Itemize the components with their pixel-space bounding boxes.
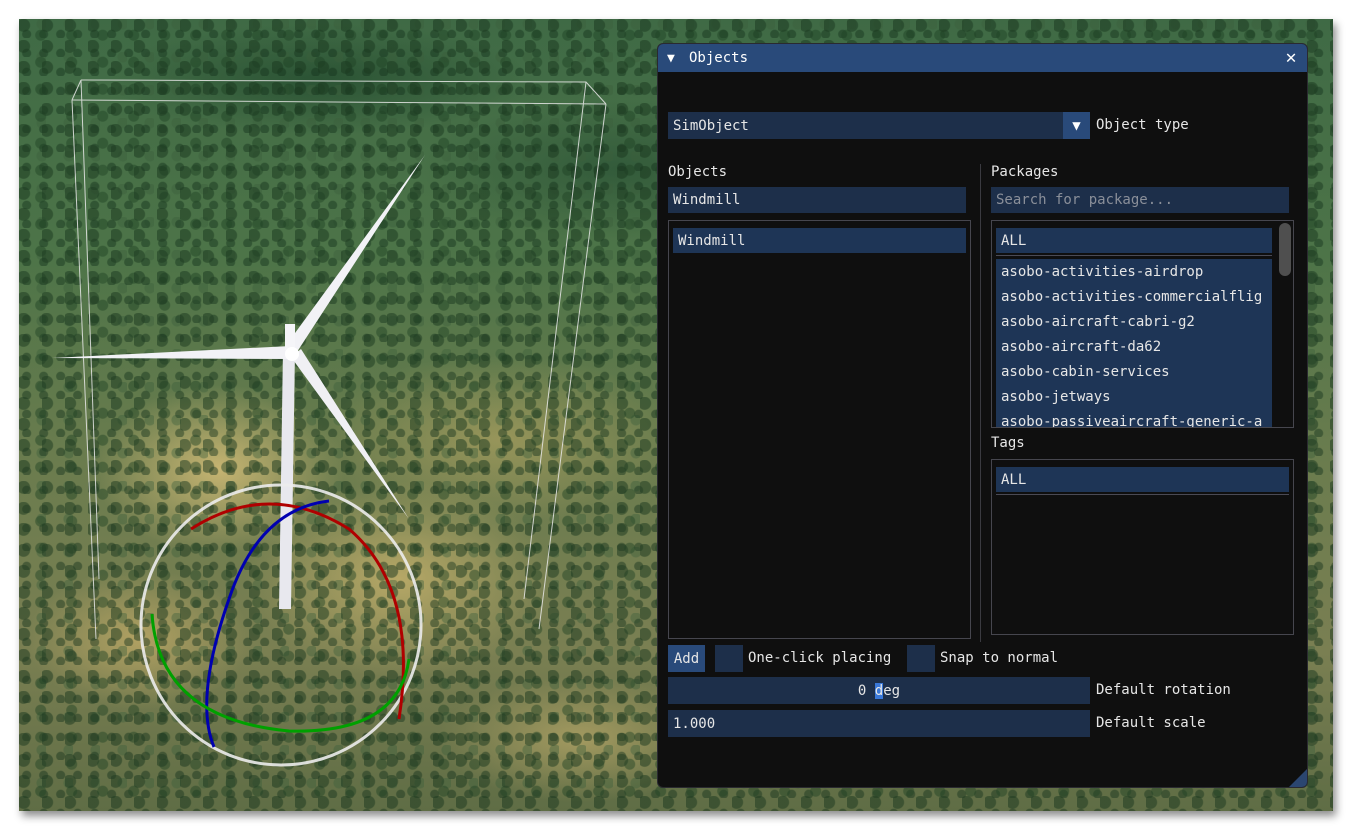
package-search-input[interactable] bbox=[991, 187, 1289, 213]
close-icon[interactable]: ✕ bbox=[1281, 48, 1301, 68]
chevron-down-icon[interactable]: ▼ bbox=[1063, 112, 1090, 139]
window-title: Objects bbox=[689, 50, 749, 66]
default-scale-label: Default scale bbox=[1096, 715, 1206, 731]
tags-header: Tags bbox=[991, 435, 1025, 451]
package-list-item[interactable]: asobo-passiveaircraft-generic-a bbox=[996, 409, 1272, 428]
bbox-top-front bbox=[71, 99, 607, 105]
bbox-left-outer bbox=[71, 99, 97, 640]
snap-to-normal-label: Snap to normal bbox=[940, 650, 1059, 666]
column-divider[interactable] bbox=[980, 164, 981, 642]
add-button[interactable]: Add bbox=[668, 645, 705, 672]
packages-scrollbar[interactable] bbox=[1279, 223, 1291, 427]
packages-separator bbox=[996, 255, 1272, 256]
bbox-right-outer bbox=[538, 103, 607, 630]
bbox-right-inner bbox=[523, 81, 587, 600]
gizmo-z-arc bbox=[205, 499, 330, 748]
package-item-all[interactable]: ALL bbox=[996, 228, 1272, 253]
window-titlebar[interactable]: ▼ Objects ✕ bbox=[658, 44, 1307, 72]
rotation-unit-selection: d bbox=[874, 682, 884, 699]
object-type-value: SimObject bbox=[673, 117, 749, 134]
selection-bounding-box bbox=[71, 79, 607, 640]
packages-header: Packages bbox=[991, 164, 1059, 180]
tags-listbox[interactable]: ALL bbox=[991, 459, 1294, 635]
windmill-tower bbox=[279, 349, 295, 609]
package-list-item[interactable]: asobo-aircraft-da62 bbox=[996, 334, 1272, 359]
gizmo-x-arc bbox=[190, 502, 405, 720]
snap-to-normal-checkbox[interactable] bbox=[907, 645, 935, 672]
rotation-value: 0 bbox=[857, 682, 867, 699]
one-click-placing-label: One-click placing bbox=[748, 650, 892, 666]
windmill-blade-down bbox=[291, 349, 409, 519]
collapse-icon[interactable]: ▼ bbox=[667, 51, 681, 66]
packages-listbox[interactable]: ALL asobo-activities-airdrop asobo-activ… bbox=[991, 220, 1294, 428]
tag-item-all[interactable]: ALL bbox=[996, 467, 1289, 492]
package-list-item[interactable]: asobo-cabin-services bbox=[996, 359, 1272, 384]
package-list-item[interactable]: asobo-jetways bbox=[996, 384, 1272, 409]
resize-grip[interactable] bbox=[1289, 769, 1307, 787]
objects-window[interactable]: ▼ Objects ✕ SimObject ▼ Object type Obje… bbox=[657, 43, 1308, 788]
rotation-unit: eg bbox=[883, 682, 901, 699]
package-list: asobo-activities-airdrop asobo-activitie… bbox=[996, 259, 1272, 428]
objects-header: Objects bbox=[668, 164, 728, 180]
one-click-placing-checkbox[interactable] bbox=[715, 645, 743, 672]
windmill-blade-left bbox=[52, 346, 293, 359]
objects-filter-input[interactable] bbox=[668, 187, 966, 213]
windmill-hub bbox=[285, 347, 299, 361]
object-type-label: Object type bbox=[1096, 117, 1189, 133]
tags-separator bbox=[996, 494, 1289, 495]
default-rotation-label: Default rotation bbox=[1096, 682, 1231, 698]
scale-value: 1.000 bbox=[673, 715, 716, 732]
package-list-item[interactable]: asobo-activities-commercialflig bbox=[996, 284, 1272, 309]
bbox-front-top bbox=[71, 79, 82, 101]
objects-listbox[interactable]: Windmill bbox=[668, 220, 971, 639]
windmill-blade-up bbox=[287, 155, 425, 355]
object-type-combo[interactable]: SimObject ▼ bbox=[668, 112, 1090, 139]
packages-scroll-thumb[interactable] bbox=[1279, 223, 1291, 276]
default-rotation-field[interactable]: 0 d eg bbox=[668, 677, 1090, 704]
package-list-item[interactable]: asobo-activities-airdrop bbox=[996, 259, 1272, 284]
package-list-item[interactable]: asobo-aircraft-cabri-g2 bbox=[996, 309, 1272, 334]
gizmo-y-arc bbox=[150, 613, 411, 733]
object-list-item[interactable]: Windmill bbox=[673, 228, 966, 253]
default-scale-field[interactable]: 1.000 bbox=[668, 710, 1090, 737]
